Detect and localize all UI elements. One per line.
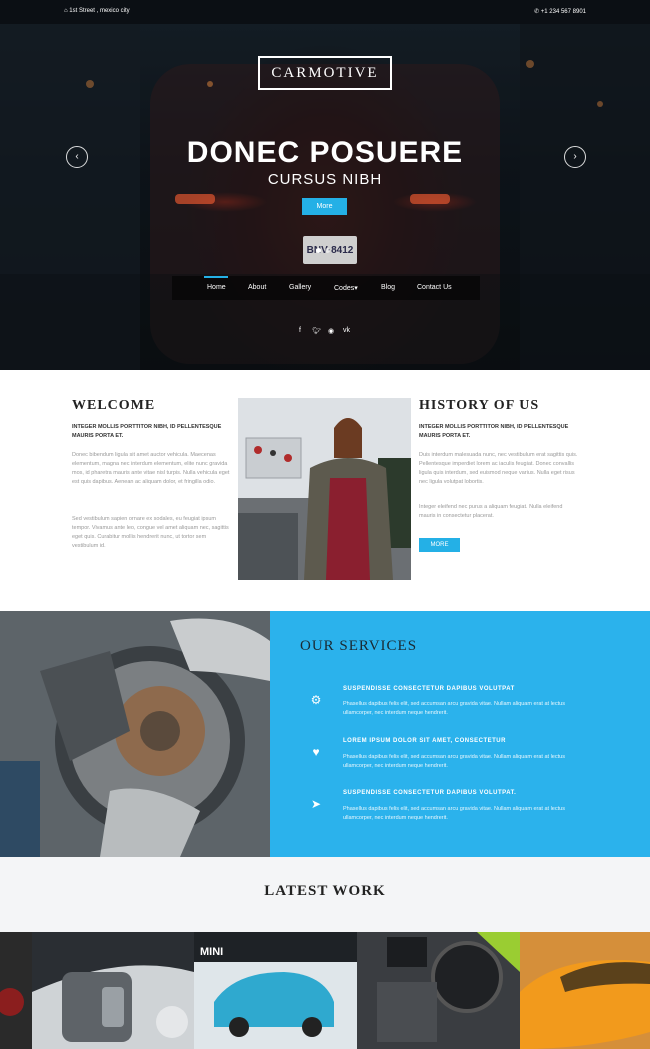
address-text: ⌂ 1st Street , mexico city xyxy=(64,8,130,14)
history-lead: INTEGER MOLLIS PORTTITOR NIBH, ID PELLEN… xyxy=(419,424,569,439)
nav-item-about[interactable]: About xyxy=(248,284,266,291)
history-paragraph-1: Duis interdum malesuada nunc, nec vestib… xyxy=(419,452,578,485)
mini-logo: MINI xyxy=(200,946,224,958)
nav-item-gallery[interactable]: Gallery xyxy=(289,284,311,291)
gallery-image-2[interactable] xyxy=(32,932,194,1049)
welcome-title: WELCOME xyxy=(72,398,156,413)
gallery-image-4[interactable] xyxy=(357,932,520,1049)
gallery-image-3[interactable]: MINI xyxy=(194,932,357,1049)
brake-repair-photo xyxy=(0,611,270,857)
vk-icon[interactable]: vk xyxy=(343,327,350,334)
welcome-paragraph-1: Donec bibendum ligula sit amet auctor ve… xyxy=(72,452,230,485)
phone-icon: ✆ xyxy=(534,9,541,15)
facebook-icon[interactable]: f xyxy=(299,327,301,334)
history-title: HISTORY OF US xyxy=(419,398,540,413)
hero-slider: CARMOTIVE ‹ › DONEC POSUERE CURSUS NIBH … xyxy=(0,24,650,370)
services-title: OUR SERVICES xyxy=(300,638,418,654)
site-logo[interactable]: CARMOTIVE xyxy=(258,56,392,90)
paper-plane-icon: ➤ xyxy=(310,797,322,811)
twitter-icon[interactable]: 🐦︎ xyxy=(312,327,321,335)
hero-title: DONEC POSUERE xyxy=(186,136,464,169)
rss-icon[interactable]: ◉ xyxy=(328,327,334,335)
nav-active-indicator xyxy=(204,276,228,278)
latest-work-title: LATEST WORK xyxy=(264,883,386,899)
service-text-3: Phasellus dapibus felis elit, sed accums… xyxy=(343,806,565,821)
service-text-1: Phasellus dapibus felis elit, sed accums… xyxy=(343,701,565,716)
mechanic-woman-photo xyxy=(238,398,411,580)
nav-item-codes[interactable]: Codes▾ xyxy=(334,284,358,292)
slider-dot-2[interactable] xyxy=(325,248,330,253)
gear-icon: ⚙ xyxy=(310,693,322,707)
gallery-image-1[interactable] xyxy=(0,932,32,1049)
nav-item-contact[interactable]: Contact Us xyxy=(417,284,452,291)
service-text-2: Phasellus dapibus felis elit, sed accums… xyxy=(343,754,565,769)
welcome-paragraph-2: Sed vestibulum sapien ornare ex sodales,… xyxy=(72,516,229,549)
nav-item-home[interactable]: Home xyxy=(207,284,226,291)
service-heading-1: SUSPENDISSE CONSECTETUR DAPIBUS VOLUTPAT xyxy=(343,686,515,692)
history-more-button[interactable]: MORE xyxy=(419,538,460,552)
history-paragraph-2: Integer eleifend nec purus a aliquam feu… xyxy=(419,504,563,519)
main-nav: Home About Gallery Codes▾ Blog Contact U… xyxy=(172,276,480,300)
hero-more-button[interactable]: More xyxy=(302,198,347,215)
work-gallery: MINI xyxy=(0,932,650,1049)
service-heading-3: SUSPENDISSE CONSECTETUR DAPIBUS VOLUTPAT… xyxy=(343,790,517,796)
nav-item-blog[interactable]: Blog xyxy=(381,284,395,291)
gallery-image-5[interactable] xyxy=(520,932,650,1049)
heart-icon: ♥ xyxy=(312,745,320,759)
hero-subtitle: CURSUS NIBH xyxy=(267,171,383,188)
phone-text: ✆ +1 234 567 8901 xyxy=(534,9,586,15)
welcome-lead: INTEGER MOLLIS PORTTITOR NIBH, ID PELLEN… xyxy=(72,424,222,439)
slider-dot-1[interactable] xyxy=(316,248,321,253)
service-heading-2: LOREM IPSUM DOLOR SIT AMET, CONSECTETUR xyxy=(343,738,506,744)
top-bar: ⌂ 1st Street , mexico city ✆ +1 234 567 … xyxy=(0,0,650,24)
slider-dots xyxy=(314,240,332,258)
